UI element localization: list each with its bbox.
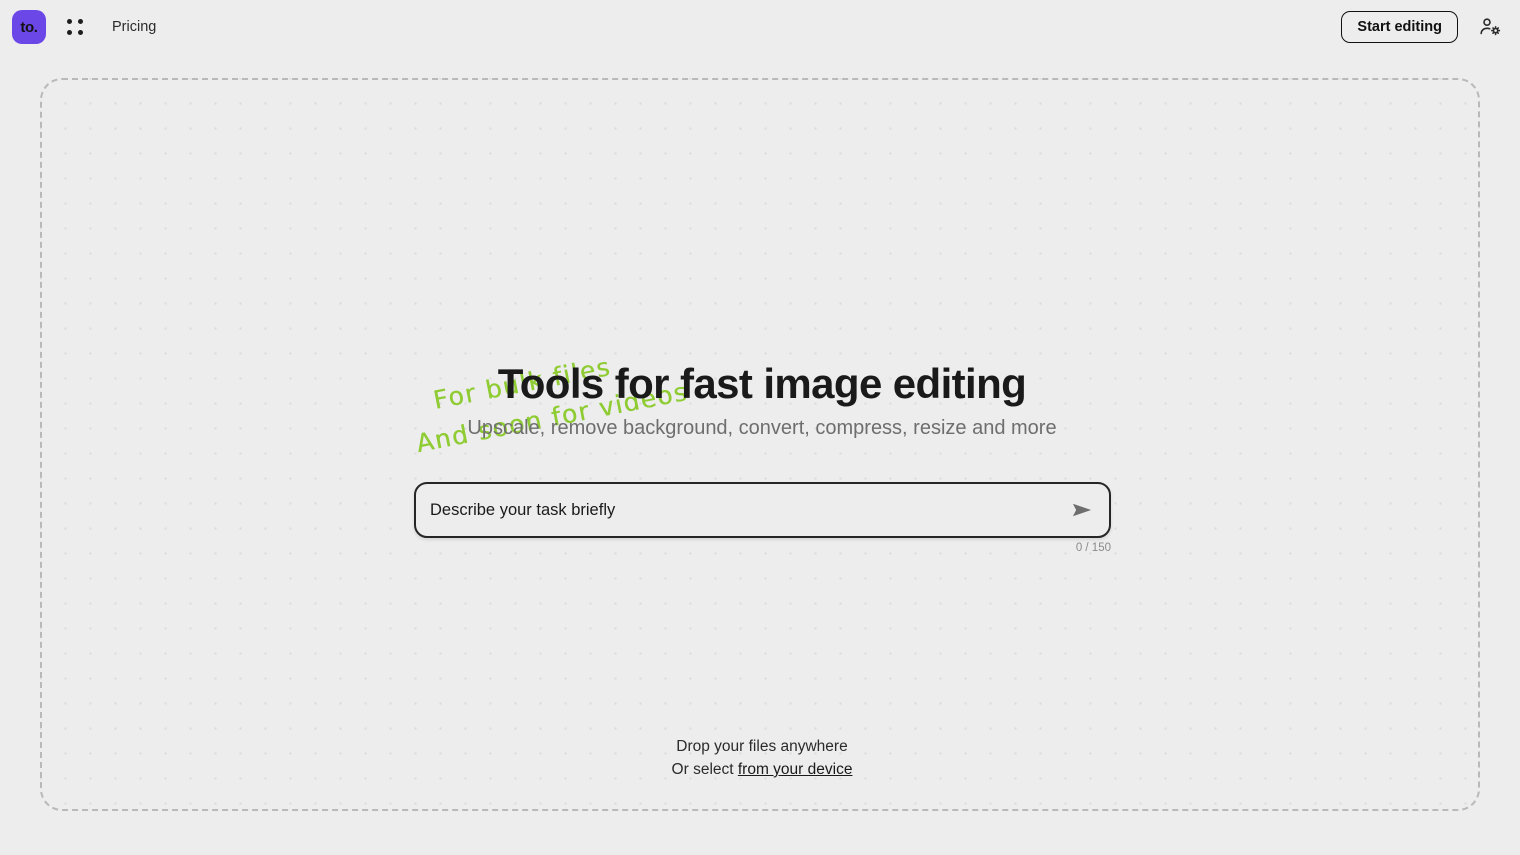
header-left-group: to. Pricing [12, 10, 164, 44]
start-editing-button[interactable]: Start editing [1341, 10, 1458, 44]
drop-files-label: Drop your files anywhere [676, 738, 848, 755]
grid-dot [77, 29, 83, 35]
user-settings-icon[interactable] [1476, 13, 1504, 41]
select-prefix-label: Or select [671, 761, 738, 778]
grid-dot [67, 29, 72, 35]
select-file-line: Or select from your device [42, 758, 1482, 781]
app-logo[interactable]: to. [12, 10, 46, 44]
apps-grid-icon[interactable] [62, 14, 88, 40]
task-description-input[interactable] [416, 500, 1109, 520]
grid-dot [77, 19, 83, 24]
character-counter: 0 / 150 [1075, 542, 1111, 554]
grid-dot [67, 19, 72, 24]
prompt-section: 0 / 150 [414, 482, 1111, 554]
page-title: Tools for fast image editing [497, 360, 1027, 407]
header-right-group: Start editing [1341, 10, 1504, 44]
page-subtitle: Upscale, remove background, convert, com… [467, 417, 1057, 439]
select-from-device-link[interactable]: from your device [738, 761, 853, 778]
nav-item-pricing[interactable]: Pricing [104, 15, 164, 39]
app-header: to. Pricing Start editing [0, 0, 1520, 54]
send-arrow-icon[interactable] [1067, 495, 1097, 525]
prompt-input-container[interactable] [414, 482, 1111, 538]
file-dropzone[interactable]: For bulk files And soon for videos Tools… [40, 78, 1480, 811]
dropzone-instructions: Drop your files anywhere Or select from … [42, 735, 1482, 781]
